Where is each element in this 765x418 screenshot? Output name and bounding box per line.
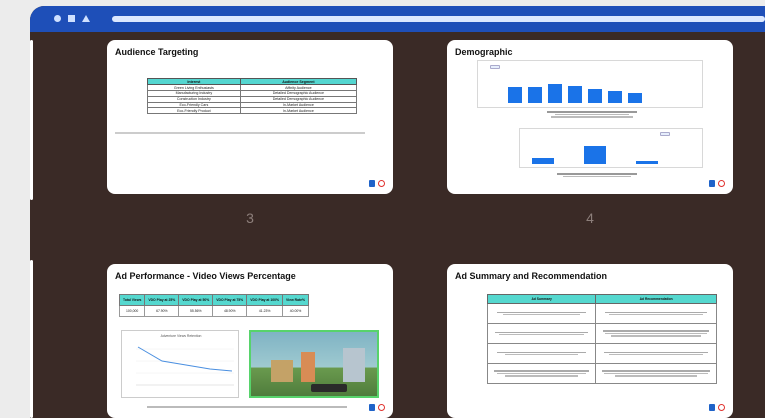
audience-table: Interest Audience Segment Green Living E… [147, 77, 358, 115]
retention-line-chart: Adventure Views Retention [121, 330, 239, 398]
table-header: VDO Play at 100% [246, 294, 284, 306]
summary-text-1 [547, 110, 637, 124]
bars-area [532, 142, 692, 164]
table-header: VDO Play at 75% [212, 294, 248, 306]
slide-thumbnail-demographic[interactable]: Demographic [447, 40, 733, 194]
bar [584, 146, 606, 164]
note-line [115, 132, 365, 134]
table-header: Total Views [118, 294, 146, 306]
table-row [486, 303, 717, 324]
square-icon [68, 15, 75, 22]
chart-legend [490, 65, 500, 69]
table-row: 100,000 67.90% 55.56% 48.90% 41.23% 40.0… [118, 305, 310, 317]
recommendation-table: Ad Summary Ad Recommendation [486, 294, 717, 384]
table-header: Ad Recommendation [595, 294, 717, 304]
age-chart [477, 60, 703, 108]
slide-thumbnail-audience-targeting[interactable]: Audience Targeting Interest Audience Seg… [107, 40, 393, 194]
brand-logo [709, 180, 725, 187]
slide-title: Ad Summary and Recommendation [455, 271, 608, 281]
bar [508, 87, 522, 103]
slide-title: Ad Performance - Video Views Percentage [115, 271, 296, 281]
bar [628, 93, 642, 103]
table-row [486, 363, 717, 384]
bar [608, 91, 622, 103]
bar [568, 86, 582, 103]
brand-logo [709, 404, 725, 411]
bars-area [508, 77, 692, 103]
video-controls[interactable] [311, 384, 347, 392]
table-header: VDO Play at 50% [178, 294, 214, 306]
bar [532, 158, 554, 164]
caption-line [147, 406, 347, 408]
bar [588, 89, 602, 103]
gender-chart [519, 128, 703, 168]
presentation-window: Audience Targeting Interest Audience Seg… [30, 6, 765, 418]
titlebar-strip [112, 16, 765, 22]
line-plot [136, 346, 234, 386]
video-preview[interactable] [249, 330, 379, 398]
slide-title: Audience Targeting [115, 47, 199, 57]
chart-legend [660, 132, 670, 136]
table-header: View Rate% [282, 294, 310, 306]
slide-title: Demographic [455, 47, 513, 57]
side-marker [30, 40, 33, 200]
triangle-icon [82, 15, 90, 22]
table-row: Eco-Friendly Product In-Market Audience [147, 107, 358, 115]
table-header: VDO Play at 25% [144, 294, 180, 306]
bar [548, 84, 562, 103]
window-titlebar [30, 6, 765, 32]
table-row [486, 323, 717, 344]
table-header: Ad Summary [486, 294, 597, 304]
side-marker [30, 260, 33, 418]
slide-thumbnail-ad-performance[interactable]: Ad Performance - Video Views Percentage … [107, 264, 393, 418]
slide-number: 3 [246, 210, 254, 226]
brand-logo [369, 180, 385, 187]
performance-table: Total Views VDO Play at 25% VDO Play at … [118, 294, 310, 317]
circle-icon [54, 15, 61, 22]
slide-thumbnail-ad-summary[interactable]: Ad Summary and Recommendation Ad Summary… [447, 264, 733, 418]
bar [636, 161, 658, 164]
table-row [486, 343, 717, 364]
bar [528, 87, 542, 103]
summary-text-2 [557, 172, 637, 182]
slide-number: 4 [586, 210, 594, 226]
brand-logo [369, 404, 385, 411]
